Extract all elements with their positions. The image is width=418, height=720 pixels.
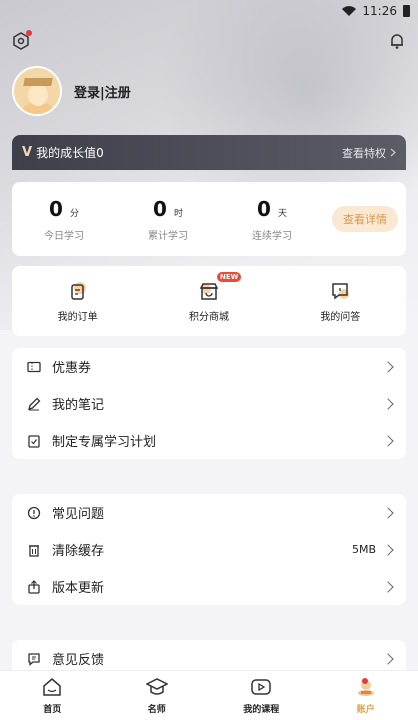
- tab-teachers[interactable]: 名师: [117, 676, 197, 715]
- coupon-icon: [26, 359, 42, 375]
- login-register-link[interactable]: 登录|注册: [74, 82, 131, 101]
- chevron-right-icon: [382, 506, 394, 519]
- feedback-icon: [26, 651, 42, 667]
- menu-item-notes[interactable]: 我的笔记: [12, 385, 406, 422]
- chevron-right-icon: [382, 543, 394, 556]
- stat-label: 累计学习: [148, 230, 188, 242]
- stat-value: 0: [48, 196, 63, 221]
- chevron-right-icon: [382, 434, 394, 447]
- chevron-right-icon: [382, 580, 394, 593]
- stat-unit: 时: [174, 208, 184, 219]
- status-bar: 11:26: [0, 0, 418, 22]
- view-privileges-label: 查看特权: [342, 146, 386, 160]
- stat-label: 连续学习: [252, 230, 292, 242]
- info-icon: [26, 505, 42, 521]
- points-mall-icon: [199, 282, 219, 300]
- status-icons: [342, 6, 357, 16]
- quick-link-label: 积分商城: [188, 311, 229, 323]
- menu-item-version-update[interactable]: 版本更新: [12, 568, 406, 605]
- quick-link-qa[interactable]: 我的问答: [290, 280, 390, 323]
- wifi-icon: [342, 6, 357, 16]
- menu-item-coupons[interactable]: 优惠券: [12, 348, 406, 385]
- notification-button[interactable]: [386, 30, 408, 52]
- menu-group-account: 优惠券 我的笔记 制定专属学习计划: [12, 348, 406, 459]
- tab-label: 名师: [147, 705, 166, 715]
- stat-total: 0 时 累计学习: [116, 197, 220, 242]
- tab-home[interactable]: 首页: [12, 676, 92, 715]
- order-icon: [70, 281, 86, 300]
- notification-dot: [26, 30, 32, 36]
- stat-unit: 分: [70, 208, 80, 219]
- update-icon: [26, 579, 42, 595]
- avatar-face: [28, 84, 48, 106]
- tab-label: 我的课程: [243, 705, 280, 715]
- menu-item-faq[interactable]: 常见问题: [12, 494, 406, 531]
- home-icon: [43, 678, 61, 696]
- chevron-right-icon: [382, 652, 394, 665]
- menu-group-support: 常见问题 清除缓存 5MB 版本更新: [12, 494, 406, 605]
- stat-unit: 天: [278, 208, 288, 219]
- teacher-icon: [145, 678, 168, 695]
- growth-label: 我的成长值0: [36, 146, 104, 160]
- menu-item-label: 版本更新: [52, 581, 105, 596]
- graduation-cap-icon: [23, 78, 53, 86]
- tab-label: 账户: [356, 705, 375, 715]
- menu-item-label: 意见反馈: [52, 653, 105, 668]
- my-course-icon: [251, 679, 271, 695]
- menu-item-clear-cache[interactable]: 清除缓存 5MB: [12, 531, 406, 568]
- quick-links-card: 我的订单 NEW 积分商城 我的问答: [12, 266, 406, 336]
- stat-value: 0: [152, 196, 167, 221]
- view-privileges-link[interactable]: 查看特权: [342, 145, 396, 161]
- profile-area: 登录|注册: [12, 66, 131, 116]
- clear-cache-icon: [26, 542, 42, 558]
- bell-icon: [391, 34, 403, 49]
- new-badge: NEW: [216, 271, 242, 282]
- view-details-button[interactable]: 查看详情: [332, 206, 398, 232]
- quick-link-points-mall[interactable]: NEW 积分商城: [159, 271, 259, 323]
- menu-item-label: 常见问题: [52, 507, 105, 522]
- study-stats-card: 0 分 今日学习 0 时 累计学习 0 天 连续学习 查看详情: [12, 182, 406, 256]
- avatar[interactable]: [12, 66, 62, 116]
- settings-button[interactable]: [10, 30, 32, 52]
- tab-account[interactable]: 账户: [326, 676, 406, 715]
- pen-icon: [26, 396, 42, 412]
- stat-value: 0: [256, 196, 271, 221]
- battery-icon: [403, 5, 410, 17]
- vip-badge: V: [22, 145, 33, 160]
- cache-size-value: 5MB: [351, 543, 376, 556]
- status-time: 11:26: [362, 4, 397, 18]
- quick-link-label: 我的订单: [57, 311, 98, 323]
- plan-icon: [26, 433, 42, 449]
- menu-item-label: 优惠券: [52, 361, 92, 376]
- account-icon: [357, 678, 374, 696]
- growth-left: V 我的成长值0: [22, 144, 104, 161]
- menu-item-study-plan[interactable]: 制定专属学习计划: [12, 422, 406, 459]
- tab-my-courses[interactable]: 我的课程: [221, 676, 301, 715]
- menu-item-label: 清除缓存: [52, 544, 105, 559]
- top-icons: [0, 30, 418, 52]
- chevron-right-icon: [382, 360, 394, 373]
- qa-icon: [332, 282, 350, 299]
- chevron-right-icon: [390, 148, 396, 157]
- menu-item-label: 制定专属学习计划: [52, 435, 157, 450]
- menu-item-label: 我的笔记: [52, 398, 105, 413]
- chevron-right-icon: [382, 397, 394, 410]
- bottom-tab-bar: 首页 名师 我的课程 账户: [0, 670, 418, 720]
- stat-today: 0 分 今日学习: [12, 197, 116, 242]
- quick-link-orders[interactable]: 我的订单: [28, 280, 128, 323]
- stat-label: 今日学习: [44, 230, 84, 242]
- growth-value-bar[interactable]: V 我的成长值0 查看特权: [12, 135, 406, 170]
- stat-streak: 0 天 连续学习: [220, 197, 324, 242]
- tab-label: 首页: [43, 705, 62, 715]
- quick-link-label: 我的问答: [320, 311, 361, 323]
